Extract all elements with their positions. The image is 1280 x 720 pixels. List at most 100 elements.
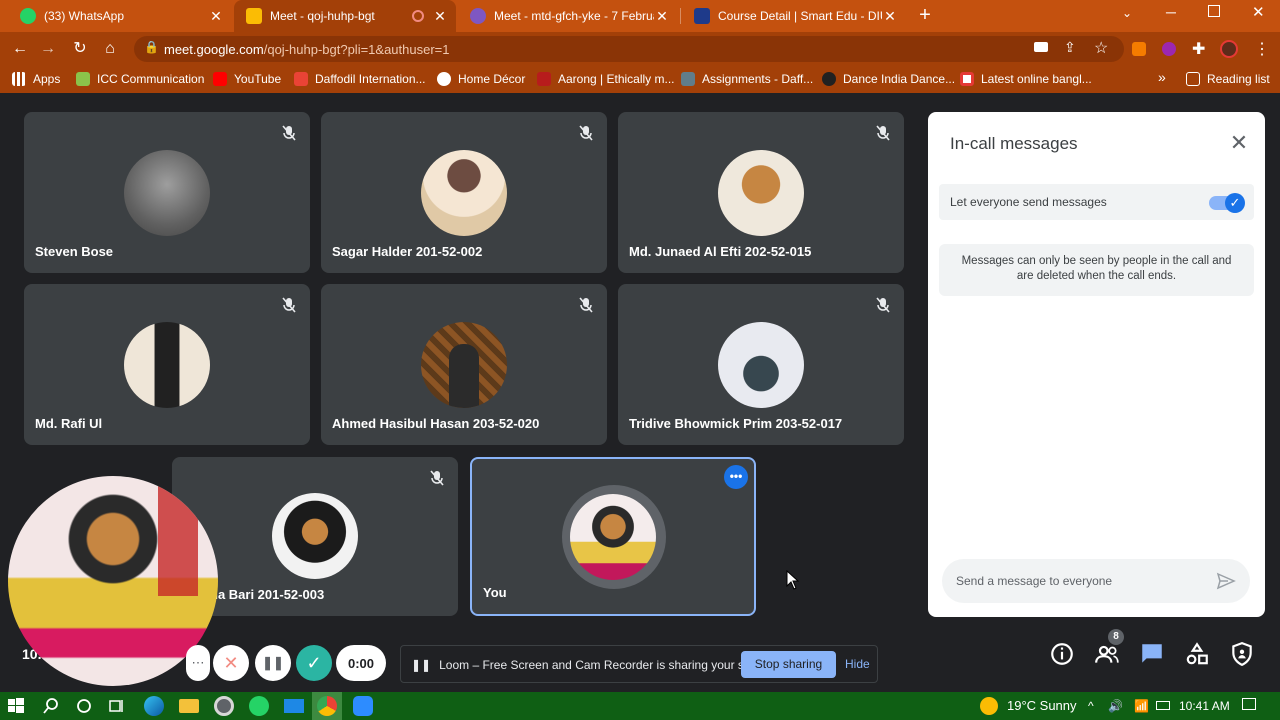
bookmark-assignments[interactable]: Assignments - Daff... (681, 71, 813, 87)
bookmark-icc[interactable]: ICC Communication (76, 71, 204, 87)
close-icon[interactable]: ✕ (882, 8, 898, 25)
new-tab-button[interactable]: + (914, 4, 936, 26)
tab-whatsapp[interactable]: (33) WhatsApp ✕ (8, 0, 232, 32)
bookmark-star-icon[interactable]: ☆ (1094, 38, 1108, 58)
mail-icon[interactable] (284, 699, 304, 713)
close-icon[interactable]: ✕ (208, 8, 224, 25)
cortana-icon[interactable] (74, 696, 94, 716)
bookmark-youtube[interactable]: YouTube (213, 71, 281, 87)
hide-button[interactable]: Hide (845, 657, 870, 671)
mic-off-icon (282, 297, 296, 313)
chat-icon[interactable] (1139, 641, 1165, 667)
camera-icon[interactable] (1034, 42, 1048, 52)
participant-tile[interactable]: Md. Rafi Ul (24, 284, 310, 445)
participant-tile[interactable]: Steven Bose (24, 112, 310, 273)
address-bar[interactable]: 🔒 meet.google.com/qoj-huhp-bgt?pli=1&aut… (134, 36, 1124, 62)
participant-name: Steven Bose (35, 244, 114, 259)
tab-search-icon[interactable]: ⌄ (1122, 6, 1132, 20)
icc-leaf-icon (76, 72, 90, 86)
bookmark-dance-india[interactable]: Dance India Dance... (822, 71, 955, 87)
sharing-text: Loom – Free Screen and Cam Recorder is s… (439, 658, 778, 672)
volume-icon[interactable]: 🔊 (1108, 699, 1123, 713)
smart-edu-icon (694, 8, 710, 24)
bookmark-apps[interactable]: Apps (12, 71, 60, 87)
weather-text[interactable]: 19°C Sunny (1007, 698, 1077, 713)
reading-list[interactable]: Reading list (1186, 71, 1270, 87)
self-tile[interactable]: ••• You (470, 457, 756, 616)
bookmark-aarong[interactable]: Aarong | Ethically m... (537, 71, 675, 87)
media-player-icon[interactable] (214, 696, 234, 716)
file-explorer-icon[interactable] (179, 699, 199, 713)
restore-icon[interactable] (1208, 5, 1220, 17)
bookmark-label: Apps (33, 72, 61, 86)
battery-icon[interactable] (1156, 701, 1170, 710)
home-icon[interactable]: ⌂ (98, 37, 122, 61)
participant-name: Tridive Bhowmick Prim 203-52-017 (629, 416, 843, 431)
more-options-icon[interactable]: ••• (724, 465, 748, 489)
participant-tile[interactable]: Tridive Bhowmick Prim 203-52-017 (618, 284, 904, 445)
meet-icon (470, 8, 486, 24)
mic-off-icon (579, 297, 593, 313)
tab-meet-other[interactable]: Meet - mtd-gfch-yke - 7 Februar ✕ (458, 0, 678, 32)
clock-time[interactable]: 10:41 AM (1179, 699, 1230, 713)
minimize-icon[interactable]: ─ (1166, 4, 1176, 20)
aarong-icon (537, 72, 551, 86)
windows-start-icon[interactable] (6, 696, 26, 716)
mic-off-icon (876, 297, 890, 313)
tab-label: Meet - qoj-huhp-bgt (270, 9, 375, 23)
reload-icon[interactable]: ↻ (68, 37, 92, 61)
notifications-icon[interactable] (1242, 698, 1256, 710)
mic-off-icon (876, 125, 890, 141)
tab-meet-active[interactable]: Meet - qoj-huhp-bgt ✕ (234, 0, 456, 32)
loom-pause-button[interactable]: ❚❚ (255, 645, 291, 681)
share-icon[interactable]: ⇪ (1064, 39, 1076, 56)
allow-messages-toggle[interactable]: ✓ (1209, 193, 1245, 213)
bookmark-label: Home Décor (458, 72, 526, 86)
close-icon[interactable]: ✕ (432, 8, 448, 25)
close-icon[interactable]: ✕ (1228, 132, 1250, 154)
bookmark-latest-bangla[interactable]: Latest online bangl... (960, 71, 1092, 87)
loom-more-button[interactable]: ⋯ (186, 645, 210, 681)
loom-cancel-button[interactable]: ✕ (213, 645, 249, 681)
menu-kebab-icon[interactable]: ⋮ (1254, 39, 1270, 59)
close-window-icon[interactable]: ✕ (1252, 3, 1265, 21)
edge-icon[interactable] (144, 696, 164, 716)
send-icon[interactable] (1216, 571, 1236, 591)
participant-count-badge: 8 (1108, 629, 1124, 645)
google-meet-icon (246, 8, 262, 24)
browser-toolbar: ← → ↻ ⌂ 🔒 meet.google.com/qoj-huhp-bgt?p… (0, 32, 1280, 65)
bookmark-home-decor[interactable]: Home Décor (437, 71, 525, 87)
participant-tile[interactable]: Md. Junaed Al Efti 202-52-015 (618, 112, 904, 273)
extension-orange-icon[interactable] (1132, 42, 1146, 56)
message-input[interactable]: Send a message to everyone (942, 559, 1250, 603)
wifi-icon[interactable]: 📶 (1134, 699, 1149, 713)
bookmark-daffodil[interactable]: Daffodil Internation... (294, 71, 426, 87)
tray-chevron-icon[interactable]: ^ (1088, 699, 1094, 713)
allow-messages-row: Let everyone send messages ✓ (939, 184, 1254, 220)
extensions-puzzle-icon[interactable]: ✚ (1192, 39, 1205, 59)
host-controls-icon[interactable] (1229, 641, 1255, 667)
avatar (570, 494, 656, 580)
bookmark-label: YouTube (234, 72, 282, 86)
participant-tile[interactable]: Ahmed Hasibul Hasan 203-52-020 (321, 284, 607, 445)
forward-icon[interactable]: → (36, 37, 60, 61)
stop-sharing-button[interactable]: Stop sharing (741, 651, 836, 678)
activities-icon[interactable] (1184, 641, 1210, 667)
avatar (421, 322, 507, 408)
task-view-icon[interactable] (107, 696, 127, 716)
search-icon[interactable] (41, 696, 61, 716)
tab-course-detail[interactable]: Course Detail | Smart Edu - DIU ✕ (682, 0, 906, 32)
profile-avatar[interactable] (1220, 40, 1238, 58)
whatsapp-taskbar-icon[interactable] (249, 696, 269, 716)
chrome-taskbar-icon[interactable] (312, 692, 342, 720)
participant-tile[interactable]: Sagar Halder 201-52-002 (321, 112, 607, 273)
zoom-icon[interactable] (353, 696, 373, 716)
recording-icon (412, 10, 424, 22)
bookmarks-overflow[interactable]: » (1158, 69, 1166, 85)
avatar (421, 150, 507, 236)
extension-purple-icon[interactable] (1162, 42, 1176, 56)
loom-finish-button[interactable]: ✓ (296, 645, 332, 681)
info-icon[interactable] (1049, 641, 1075, 667)
back-icon[interactable]: ← (8, 37, 32, 61)
close-icon[interactable]: ✕ (654, 8, 670, 25)
